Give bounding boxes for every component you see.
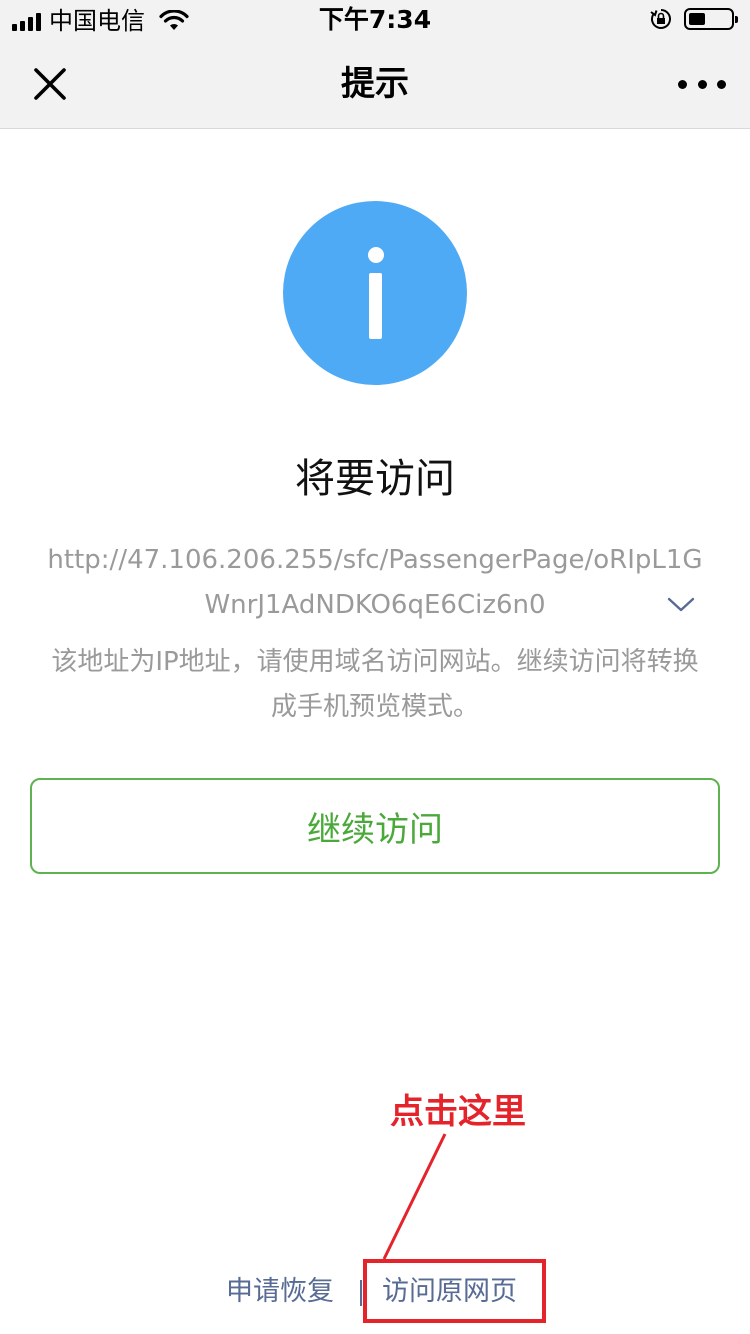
nav-bar: 提示	[0, 40, 750, 129]
heading: 将要访问	[295, 456, 455, 502]
info-icon	[283, 201, 467, 385]
chevron-down-icon[interactable]	[666, 594, 696, 614]
status-bar: 中国电信 下午7:34	[0, 0, 750, 40]
battery-level	[689, 13, 705, 25]
status-time: 下午7:34	[318, 5, 432, 34]
battery-icon	[684, 8, 738, 30]
more-icon[interactable]	[678, 70, 726, 98]
annotation-label: 点击这里	[390, 1092, 526, 1132]
apply-restore-link[interactable]: 申请恢复	[226, 1270, 334, 1314]
url-text: http://47.106.206.255/sfc/PassengerPage/…	[47, 545, 703, 620]
continue-visit-button[interactable]: 继续访问	[30, 778, 720, 874]
orientation-lock-icon	[650, 9, 671, 29]
page-title: 提示	[341, 64, 409, 104]
footer-divider	[360, 1280, 362, 1306]
status-right	[650, 8, 738, 30]
notice-text: 该地址为IP地址，请使用域名访问网站。继续访问将转换成手机预览模式。	[51, 647, 699, 722]
annotation-highlight-box	[363, 1259, 546, 1323]
